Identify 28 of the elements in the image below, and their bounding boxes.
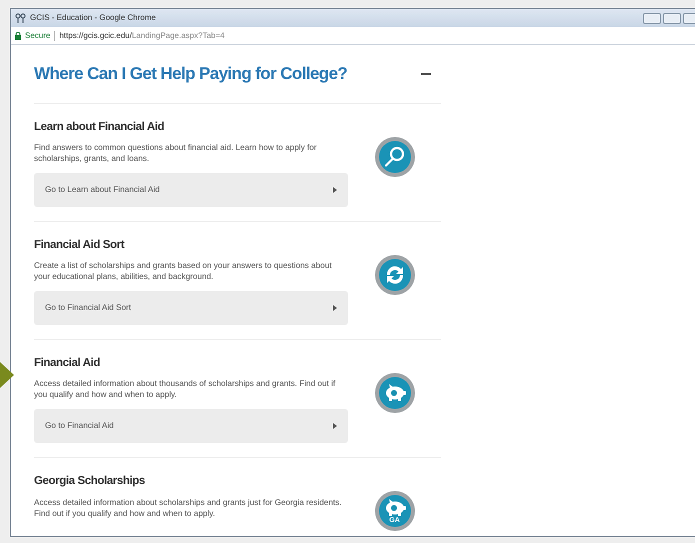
go-to-button[interactable]: Go to Financial Aid Sort <box>34 291 348 325</box>
caret-icon <box>333 423 337 430</box>
item-description: Find answers to common questions about financial aid. Learn how to apply for scholarships, grants, and loans. <box>34 142 318 164</box>
item-title: Financial Aid Sort <box>34 238 126 253</box>
go-to-button[interactable]: Go to Learn about Financial Aid <box>34 172 348 207</box>
minimize-button[interactable] <box>643 12 661 24</box>
secure-label: Secure <box>25 30 50 42</box>
item-title: Learn about Financial Aid <box>34 120 166 134</box>
pointer-arrow-icon <box>0 362 14 388</box>
circular-arrows-icon <box>374 254 414 295</box>
item-title: Georgia Scholarships <box>34 474 146 490</box>
address-bar[interactable]: Secure https://gcis.gcic.edu/LandingPage.aspx?Tab=4 <box>11 27 695 45</box>
maximize-button[interactable] <box>663 12 681 24</box>
lock-icon <box>15 32 21 40</box>
piggy-bank-icon <box>374 491 414 532</box>
item-description: Create a list of scholarships and grants based on your answers to questions about your educational plans, abilities, and background. <box>34 260 333 282</box>
caret-icon <box>333 186 337 193</box>
caret-icon <box>333 305 337 311</box>
piggy-bank-icon <box>374 373 414 413</box>
window-title: GCIS - Education - Google Chrome <box>30 12 156 24</box>
item-description: Access detailed information about scholarships and grants just for Georgia residents. Find out if you qualify and how and when to apply. <box>34 496 343 518</box>
item-description: Access detailed information about thousands of scholarships and grants. Find out if you qualify and how and when to apply. <box>34 378 336 400</box>
magnifier-icon <box>374 136 414 176</box>
go-to-button[interactable]: Go to Financial Aid <box>34 409 348 444</box>
app-icon <box>15 13 27 23</box>
url-text: https://gcis.gcic.edu/LandingPage.aspx?Tab=4 <box>59 30 225 42</box>
item-title: Financial Aid <box>34 356 101 371</box>
section-heading: Where Can I Get Help Paying for College? <box>34 63 348 85</box>
